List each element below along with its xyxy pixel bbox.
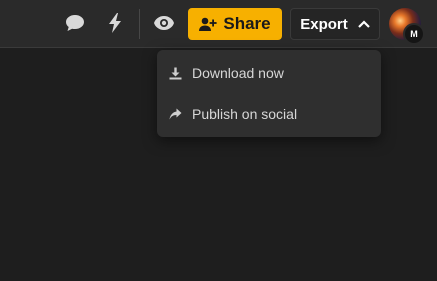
comment-icon <box>66 15 84 31</box>
preview-button[interactable] <box>152 11 176 35</box>
avatar-initial-badge: M <box>403 23 425 45</box>
export-dropdown-menu: Download now Publish on social <box>157 50 381 137</box>
share-label: Share <box>223 14 271 33</box>
menu-item-publish-on-social[interactable]: Publish on social <box>157 94 381 134</box>
chevron-up-icon <box>357 20 370 28</box>
export-label: Export <box>300 15 348 33</box>
export-button[interactable]: Export <box>290 8 380 40</box>
download-icon <box>168 66 182 80</box>
flash-button[interactable] <box>103 11 127 35</box>
share-arrow-icon <box>168 107 182 121</box>
menu-item-label: Download now <box>192 65 284 81</box>
flash-icon <box>109 13 121 33</box>
comment-button[interactable] <box>63 11 87 35</box>
share-button[interactable]: Share <box>188 8 282 40</box>
eye-icon <box>154 16 174 30</box>
menu-item-download-now[interactable]: Download now <box>157 53 381 93</box>
add-user-icon <box>199 17 217 31</box>
menu-item-label: Publish on social <box>192 106 298 122</box>
toolbar-divider <box>139 9 140 39</box>
top-toolbar: Share Export M <box>0 0 437 48</box>
